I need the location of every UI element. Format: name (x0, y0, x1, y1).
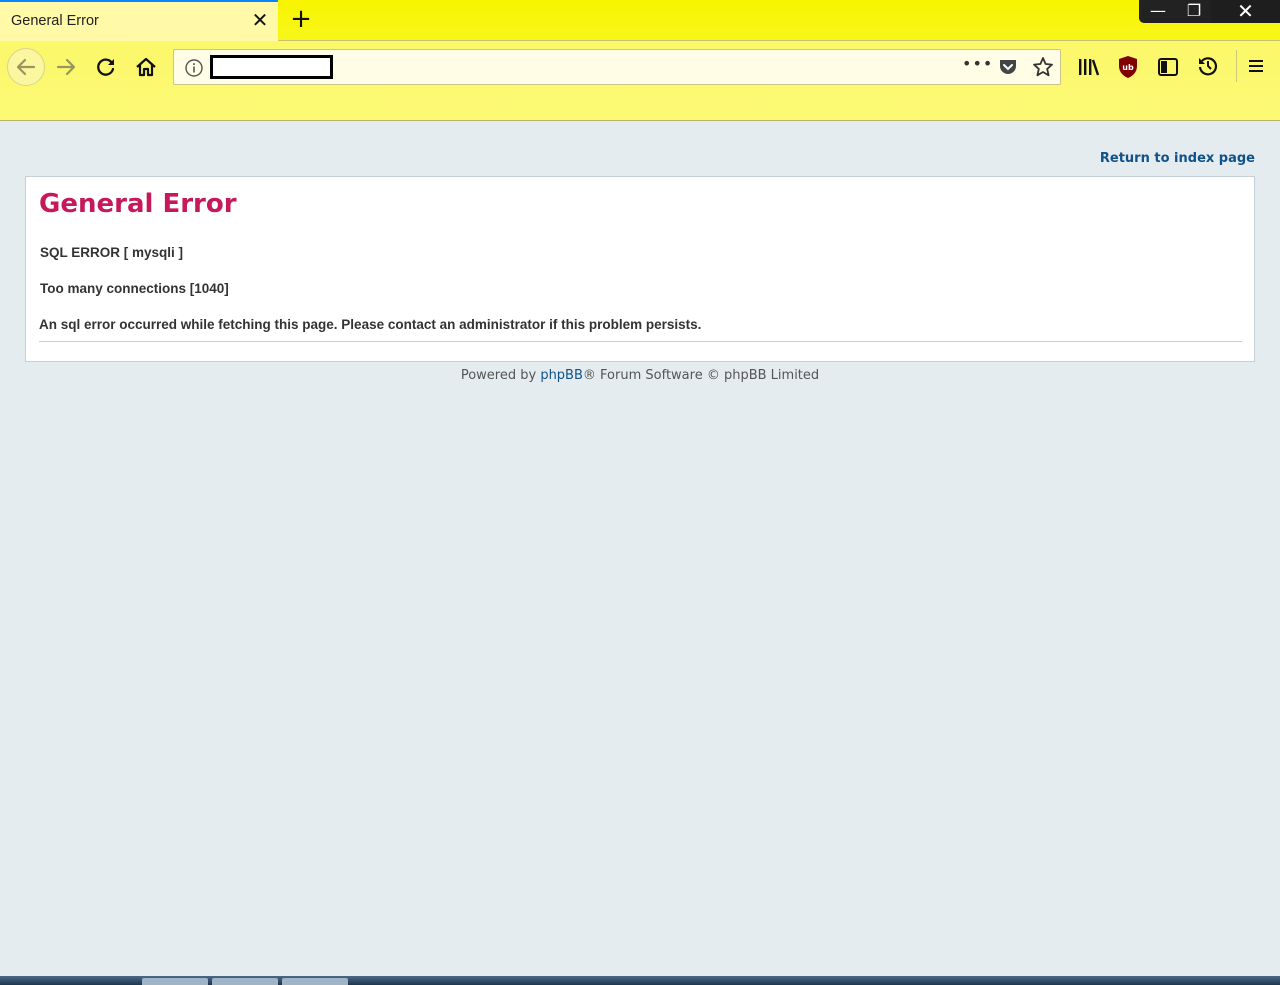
taskbar-button[interactable] (282, 978, 348, 985)
active-tab[interactable]: General Error ✕ (0, 0, 278, 41)
browser-chrome: General Error ✕ + — ❐ ✕ ••• ub (0, 0, 1280, 121)
taskbar-button[interactable] (142, 978, 208, 985)
home-button[interactable] (129, 50, 163, 84)
tab-close-icon[interactable]: ✕ (250, 10, 270, 30)
taskbar-button[interactable] (212, 978, 278, 985)
footer: Powered by phpBB® Forum Software © phpBB… (0, 368, 1280, 383)
new-tab-button[interactable]: + (289, 6, 313, 32)
tab-title: General Error (11, 13, 99, 29)
toolbar-separator (1236, 50, 1237, 82)
footer-prefix: Powered by (460, 368, 541, 383)
page-actions-menu-icon[interactable]: ••• (962, 54, 993, 73)
connections-error-text: Too many connections [1040] (40, 281, 229, 296)
home-icon (136, 57, 156, 77)
star-bookmark-icon[interactable] (1032, 56, 1054, 78)
library-icon[interactable] (1077, 56, 1101, 78)
window-maximize-button[interactable]: ❐ (1177, 0, 1211, 23)
window-minimize-button[interactable]: — (1139, 0, 1177, 23)
tabstrip-divider (278, 40, 1280, 41)
url-bar[interactable]: ••• (173, 49, 1061, 85)
page-title: General Error (39, 189, 237, 219)
forward-button[interactable] (49, 50, 83, 84)
sql-error-text: SQL ERROR [ mysqli ] (40, 245, 184, 260)
footer-suffix: ® Forum Software © phpBB Limited (582, 368, 820, 383)
window-close-button[interactable]: ✕ (1211, 0, 1280, 23)
panel-divider (39, 341, 1242, 342)
phpbb-link[interactable]: phpBB (540, 368, 583, 383)
pocket-icon[interactable] (997, 56, 1019, 78)
reload-icon (97, 58, 115, 76)
history-icon[interactable] (1197, 55, 1219, 77)
hamburger-menu-icon[interactable] (1246, 56, 1266, 76)
info-icon[interactable] (184, 58, 204, 78)
svg-text:ub: ub (1122, 63, 1134, 72)
arrow-left-icon (16, 58, 36, 76)
ublock-origin-icon[interactable]: ub (1117, 55, 1139, 79)
redacted-url (210, 55, 333, 79)
back-button[interactable] (7, 48, 45, 86)
reload-button[interactable] (89, 50, 123, 84)
error-panel: General Error SQL ERROR [ mysqli ] Too m… (25, 176, 1255, 362)
sidebar-icon[interactable] (1157, 56, 1179, 78)
error-message-text: An sql error occurred while fetching thi… (39, 317, 702, 332)
return-to-index-link[interactable]: Return to index page (1100, 151, 1255, 166)
arrow-right-icon (56, 58, 76, 76)
